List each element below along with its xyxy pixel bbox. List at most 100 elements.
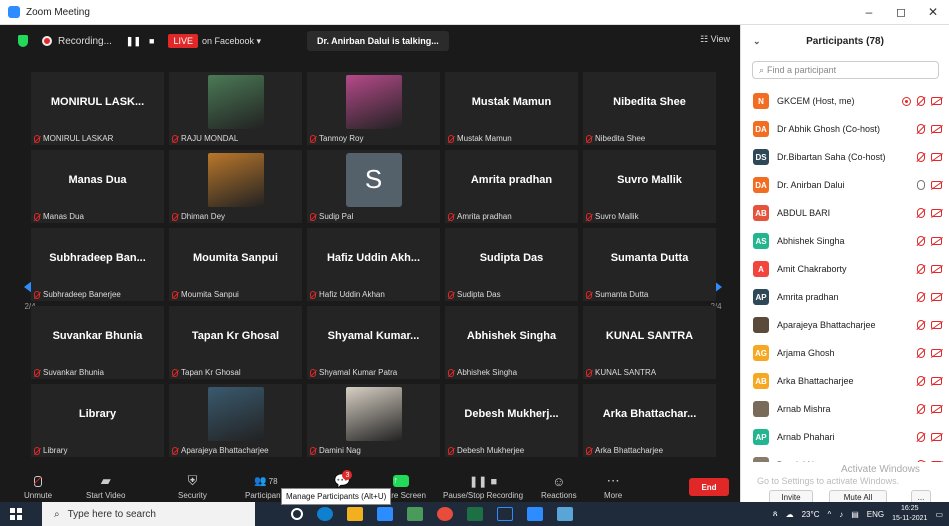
mic-muted-icon[interactable] (917, 348, 925, 358)
view-button[interactable]: ☷ View (700, 34, 730, 45)
windows-start-icon[interactable] (10, 508, 22, 520)
video-off-icon[interactable] (931, 349, 942, 357)
video-tile[interactable]: Shyamal Kumar... Shyamal Kumar Patra (307, 306, 440, 379)
video-tile[interactable]: Dhiman Dey (169, 150, 302, 223)
video-off-icon[interactable] (931, 321, 942, 329)
zoom-taskbar-icon[interactable] (527, 507, 543, 521)
participant-row[interactable]: Arnab Mishra (741, 395, 949, 423)
video-tile[interactable]: Amrita pradhan Amrita pradhan (445, 150, 578, 223)
video-tile[interactable]: Aparajeya Bhattacharjee (169, 384, 302, 457)
participant-row[interactable]: AS Abhishek Singha (741, 227, 949, 255)
network-icon[interactable]: ▤ (851, 510, 859, 519)
mic-muted-icon[interactable] (917, 404, 925, 414)
close-button[interactable]: ✕ (917, 0, 949, 25)
video-tile[interactable]: Tanmoy Roy (307, 72, 440, 145)
cortana-icon[interactable] (291, 508, 303, 520)
chevron-down-icon[interactable]: ⌄ (753, 36, 761, 47)
weather-icon[interactable]: ☁ (786, 510, 794, 519)
mic-muted-icon[interactable] (917, 376, 925, 386)
participant-row[interactable]: Aparajeya Bhattacharjee (741, 311, 949, 339)
edge-icon[interactable] (317, 507, 333, 521)
mic-muted-icon[interactable] (917, 432, 925, 442)
end-meeting-button[interactable]: End (689, 478, 729, 496)
taskbar-search-input[interactable]: ⌕ Type here to search (42, 502, 255, 526)
mic-muted-icon[interactable] (917, 124, 925, 134)
video-tile[interactable]: MONIRUL LASK... MONIRUL LASKAR (31, 72, 164, 145)
photos-icon[interactable] (407, 507, 423, 521)
participant-row[interactable]: A Amit Chakraborty (741, 255, 949, 283)
video-tile[interactable]: Mustak Mamun Mustak Mamun (445, 72, 578, 145)
video-off-icon[interactable] (931, 181, 942, 189)
video-tile[interactable]: Suvro Mallik Suvro Mallik (583, 150, 716, 223)
store-icon[interactable] (347, 507, 363, 521)
tray-chevron-icon[interactable]: ^ (827, 510, 831, 519)
video-off-icon[interactable] (931, 377, 942, 385)
minimize-button[interactable]: – (853, 0, 885, 25)
pause-stop-recording-button[interactable]: ❚❚ ■ Pause/Stop Recording (443, 474, 523, 501)
weather-temp[interactable]: 23°C (802, 510, 820, 519)
video-tile[interactable]: Sudipta Das Sudipta Das (445, 228, 578, 301)
video-tile[interactable]: Hafiz Uddin Akh... Hafiz Uddin Akhan (307, 228, 440, 301)
mic-on-icon[interactable] (917, 180, 925, 190)
video-off-icon[interactable] (931, 97, 942, 105)
participant-search-input[interactable]: ⌕ Find a participant (752, 61, 939, 79)
video-off-icon[interactable] (931, 293, 942, 301)
volume-icon[interactable]: ♪ (839, 510, 843, 519)
excel-icon[interactable] (467, 507, 483, 521)
start-video-button[interactable]: ▰ Start Video (86, 473, 125, 500)
video-tile[interactable]: Tapan Kr Ghosal Tapan Kr Ghosal (169, 306, 302, 379)
video-tile[interactable]: KUNAL SANTRA KUNAL SANTRA (583, 306, 716, 379)
live-destination-dropdown[interactable]: on Facebook ▾ (202, 36, 261, 47)
participant-row[interactable]: DA Dr Abhik Ghosh (Co-host) (741, 115, 949, 143)
unmute-button[interactable]: Unmute (24, 474, 52, 500)
video-tile[interactable]: Abhishek Singha Abhishek Singha (445, 306, 578, 379)
mic-muted-icon[interactable] (917, 320, 925, 330)
participant-row[interactable]: AB ABDUL BARI (741, 199, 949, 227)
video-tile[interactable]: Debesh Mukherj... Debesh Mukherjee (445, 384, 578, 457)
video-off-icon[interactable] (931, 209, 942, 217)
security-button[interactable]: ⛨ Security (178, 473, 207, 500)
notifications-icon[interactable]: ▭ (935, 510, 943, 519)
explorer-icon[interactable] (557, 507, 573, 521)
mic-muted-icon[interactable] (917, 208, 925, 218)
video-tile[interactable]: Suvankar Bhunia Suvankar Bhunia (31, 306, 164, 379)
video-tile[interactable]: S Sudip Pal (307, 150, 440, 223)
chrome-icon[interactable] (437, 507, 453, 521)
participant-row[interactable]: AB Arka Bhattacharjee (741, 367, 949, 395)
video-tile[interactable]: Moumita Sanpui Moumita Sanpui (169, 228, 302, 301)
video-tile[interactable]: RAJU MONDAL (169, 72, 302, 145)
video-off-icon[interactable] (931, 265, 942, 273)
participant-row[interactable]: DA Dr. Anirban Dalui (741, 171, 949, 199)
mic-muted-icon[interactable] (917, 236, 925, 246)
video-tile[interactable]: Subhradeep Ban... Subhradeep Banerjee (31, 228, 164, 301)
video-off-icon[interactable] (931, 125, 942, 133)
person-icon[interactable]: ጸ (773, 509, 778, 519)
terminal-icon[interactable] (497, 507, 513, 521)
language-indicator[interactable]: ENG (867, 510, 884, 519)
mic-muted-icon[interactable] (917, 152, 925, 162)
participant-row[interactable]: AP Arnab Phahari (741, 423, 949, 451)
video-tile[interactable]: Manas Dua Manas Dua (31, 150, 164, 223)
participant-row[interactable]: AP Amrita pradhan (741, 283, 949, 311)
mail-icon[interactable] (377, 507, 393, 521)
encryption-shield-icon[interactable] (18, 35, 28, 47)
reactions-button[interactable]: ☺ Reactions (541, 474, 577, 501)
video-off-icon[interactable] (931, 405, 942, 413)
video-tile[interactable]: Library Library (31, 384, 164, 457)
more-button[interactable]: ⋯ More (604, 473, 622, 500)
video-tile[interactable]: Sumanta Dutta Sumanta Dutta (583, 228, 716, 301)
participant-row[interactable]: DS Dr.Bibartan Saha (Co-host) (741, 143, 949, 171)
video-off-icon[interactable] (931, 433, 942, 441)
participant-row[interactable]: AG Arjama Ghosh (741, 339, 949, 367)
mic-muted-icon[interactable] (917, 96, 925, 106)
mic-muted-icon[interactable] (917, 292, 925, 302)
recording-pause-button[interactable]: ❚❚ (126, 36, 141, 47)
recording-stop-button[interactable]: ■ (149, 36, 154, 47)
participant-row[interactable]: N GKCEM (Host, me) (741, 87, 949, 115)
video-off-icon[interactable] (931, 237, 942, 245)
maximize-button[interactable]: ◻ (885, 0, 917, 25)
video-tile[interactable]: Damini Nag (307, 384, 440, 457)
video-off-icon[interactable] (931, 153, 942, 161)
video-tile[interactable]: Nibedita Shee Nibedita Shee (583, 72, 716, 145)
video-tile[interactable]: Arka Bhattachar... Arka Bhattacharjee (583, 384, 716, 457)
